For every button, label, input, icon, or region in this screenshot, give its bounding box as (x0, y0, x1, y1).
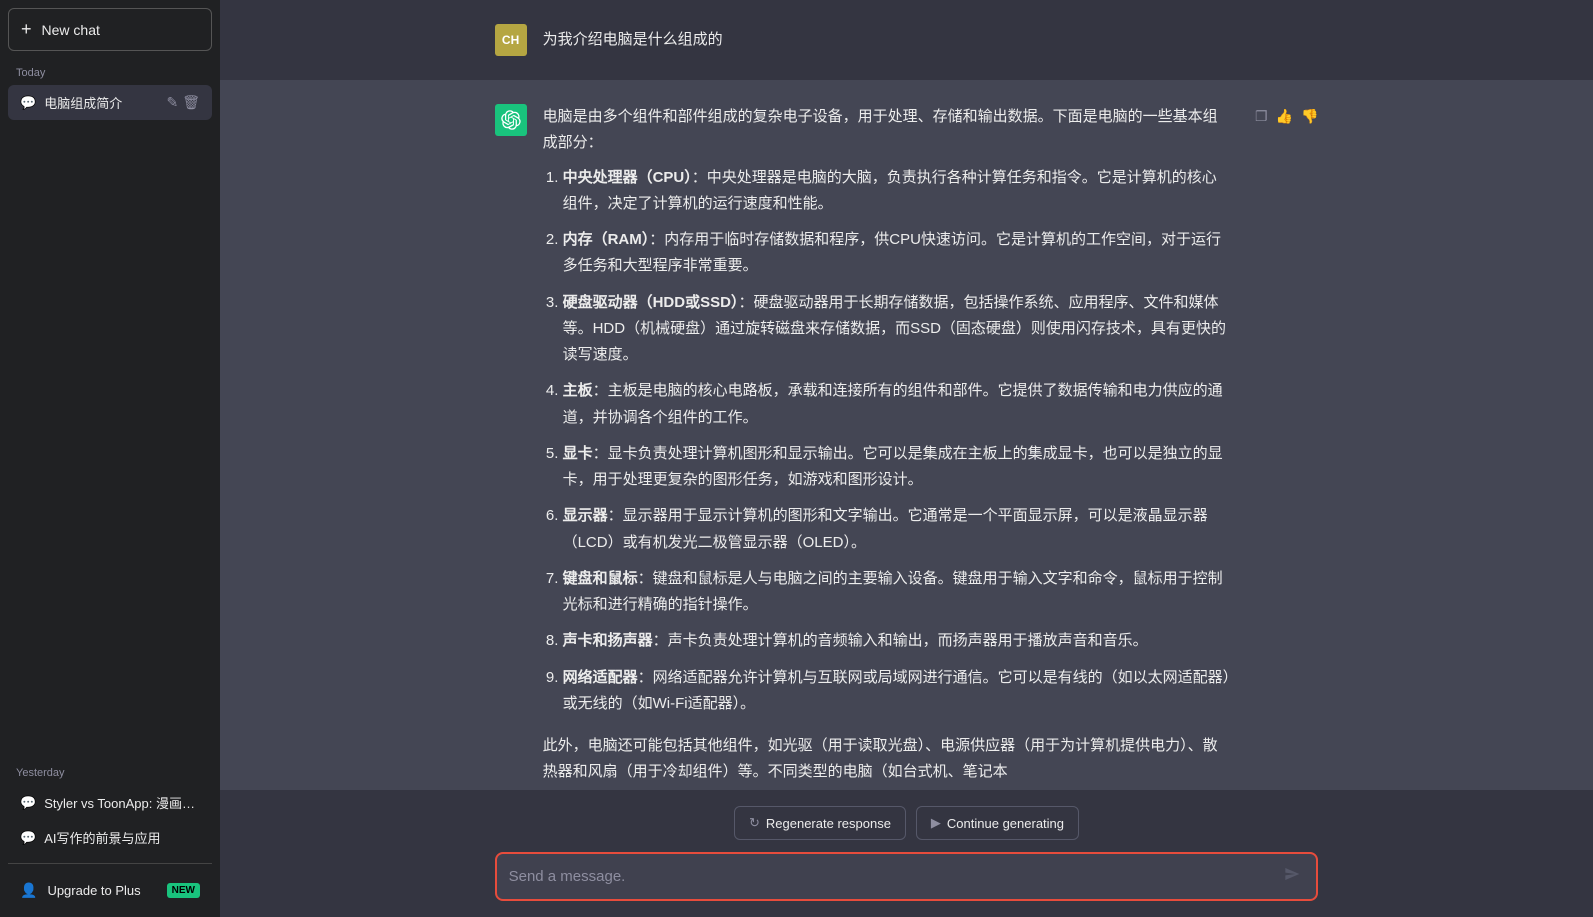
message-input[interactable] (509, 854, 1281, 899)
ai-intro-text: 电脑是由多个组件和部件组成的复杂电子设备，用于处理、存储和输出数据。下面是电脑的… (543, 104, 1231, 157)
new-chat-button[interactable]: + New chat (8, 8, 212, 51)
ai-item-list: 中央处理器（CPU）：中央处理器是电脑的大脑，负责执行各种计算任务和指令。它是计… (543, 165, 1231, 718)
continue-icon: ▶ (931, 815, 941, 831)
sidebar: + New chat Today 💬 电脑组成简介 ✎ 🗑 Yesterday … (0, 0, 220, 917)
regenerate-icon: ↻ (749, 815, 760, 831)
thumbs-down-icon[interactable]: 👎 (1301, 108, 1318, 125)
user-avatar: CH (495, 24, 527, 56)
list-item: 网络适配器：网络适配器允许计算机与互联网或局域网进行通信。它可以是有线的（如以太… (563, 665, 1231, 718)
yesterday-label: Yesterday (8, 763, 212, 785)
copy-icon[interactable]: ❐ (1255, 108, 1268, 125)
chat-bubble-icon: 💬 (20, 95, 36, 111)
send-button[interactable] (1280, 862, 1304, 891)
upgrade-label: Upgrade to Plus (47, 883, 140, 898)
chat-item-label-2: Styler vs ToonApp: 漫画脸优... (44, 793, 200, 812)
main-chat-area: CH 为我介绍电脑是什么组成的 电脑是由多个组件和部件组成的复杂电子设备，用于处… (220, 0, 1593, 917)
list-item: 显示器：显示器用于显示计算机的图形和文字输出。它通常是一个平面显示屏，可以是液晶… (563, 503, 1231, 556)
ai-footer-text: 此外，电脑还可能包括其他组件，如光驱（用于读取光盘）、电源供应器（用于为计算机提… (543, 733, 1231, 786)
sidebar-bottom: 👤 Upgrade to Plus NEW (8, 863, 212, 909)
user-icon: 👤 (20, 882, 37, 899)
ai-message-content: 电脑是由多个组件和部件组成的复杂电子设备，用于处理、存储和输出数据。下面是电脑的… (543, 104, 1231, 786)
user-message-content: 为我介绍电脑是什么组成的 (543, 24, 723, 52)
list-item: 内存（RAM）：内存用于临时存储数据和程序，供CPU快速访问。它是计算机的工作空… (563, 227, 1231, 280)
chat-item-actions: ✎ 🗑 (166, 94, 200, 111)
edit-icon[interactable]: ✎ (166, 94, 178, 111)
chat-bubble-icon-3: 💬 (20, 830, 36, 846)
input-area: ↻ Regenerate response ▶ Continue generat… (220, 790, 1593, 917)
chat-messages: CH 为我介绍电脑是什么组成的 电脑是由多个组件和部件组成的复杂电子设备，用于处… (220, 0, 1593, 790)
ai-avatar (495, 104, 527, 136)
plus-icon: + (21, 19, 32, 40)
list-item: 键盘和鼠标：键盘和鼠标是人与电脑之间的主要输入设备。键盘用于输入文字和命令，鼠标… (563, 566, 1231, 619)
user-message: CH 为我介绍电脑是什么组成的 (220, 0, 1593, 80)
chat-item-label-3: AI写作的前景与应用 (44, 828, 200, 847)
continue-generating-button[interactable]: ▶ Continue generating (916, 806, 1079, 840)
list-item: 声卡和扬声器：声卡负责处理计算机的音频输入和输出，而扬声器用于播放声音和音乐。 (563, 628, 1231, 654)
new-badge: NEW (167, 883, 200, 898)
ai-message-actions: ❐ 👍 👎 (1255, 104, 1318, 125)
regenerate-label: Regenerate response (766, 816, 891, 831)
delete-icon[interactable]: 🗑 (182, 94, 200, 111)
list-item: 中央处理器（CPU）：中央处理器是电脑的大脑，负责执行各种计算任务和指令。它是计… (563, 165, 1231, 218)
regenerate-response-button[interactable]: ↻ Regenerate response (734, 806, 906, 840)
list-item: 显卡：显卡负责处理计算机图形和显示输出。它可以是集成在主板上的集成显卡，也可以是… (563, 441, 1231, 494)
sidebar-item-chat-1[interactable]: 💬 电脑组成简介 ✎ 🗑 (8, 85, 212, 120)
chat-item-label: 电脑组成简介 (44, 93, 158, 112)
continue-label: Continue generating (947, 816, 1064, 831)
message-input-wrapper (495, 852, 1319, 901)
today-label: Today (8, 63, 212, 85)
thumbs-up-icon[interactable]: 👍 (1276, 108, 1293, 125)
upgrade-to-plus-button[interactable]: 👤 Upgrade to Plus NEW (8, 872, 212, 909)
list-item: 主板：主板是电脑的核心电路板，承载和连接所有的组件和部件。它提供了数据传输和电力… (563, 378, 1231, 431)
action-buttons: ↻ Regenerate response ▶ Continue generat… (734, 806, 1079, 840)
list-item: 硬盘驱动器（HDD或SSD）：硬盘驱动器用于长期存储数据，包括操作系统、应用程序… (563, 290, 1231, 369)
sidebar-item-chat-3[interactable]: 💬 AI写作的前景与应用 (8, 820, 212, 855)
new-chat-label: New chat (42, 22, 100, 38)
ai-message: 电脑是由多个组件和部件组成的复杂电子设备，用于处理、存储和输出数据。下面是电脑的… (220, 80, 1593, 790)
chat-bubble-icon-2: 💬 (20, 795, 36, 811)
sidebar-item-chat-2[interactable]: 💬 Styler vs ToonApp: 漫画脸优... (8, 785, 212, 820)
